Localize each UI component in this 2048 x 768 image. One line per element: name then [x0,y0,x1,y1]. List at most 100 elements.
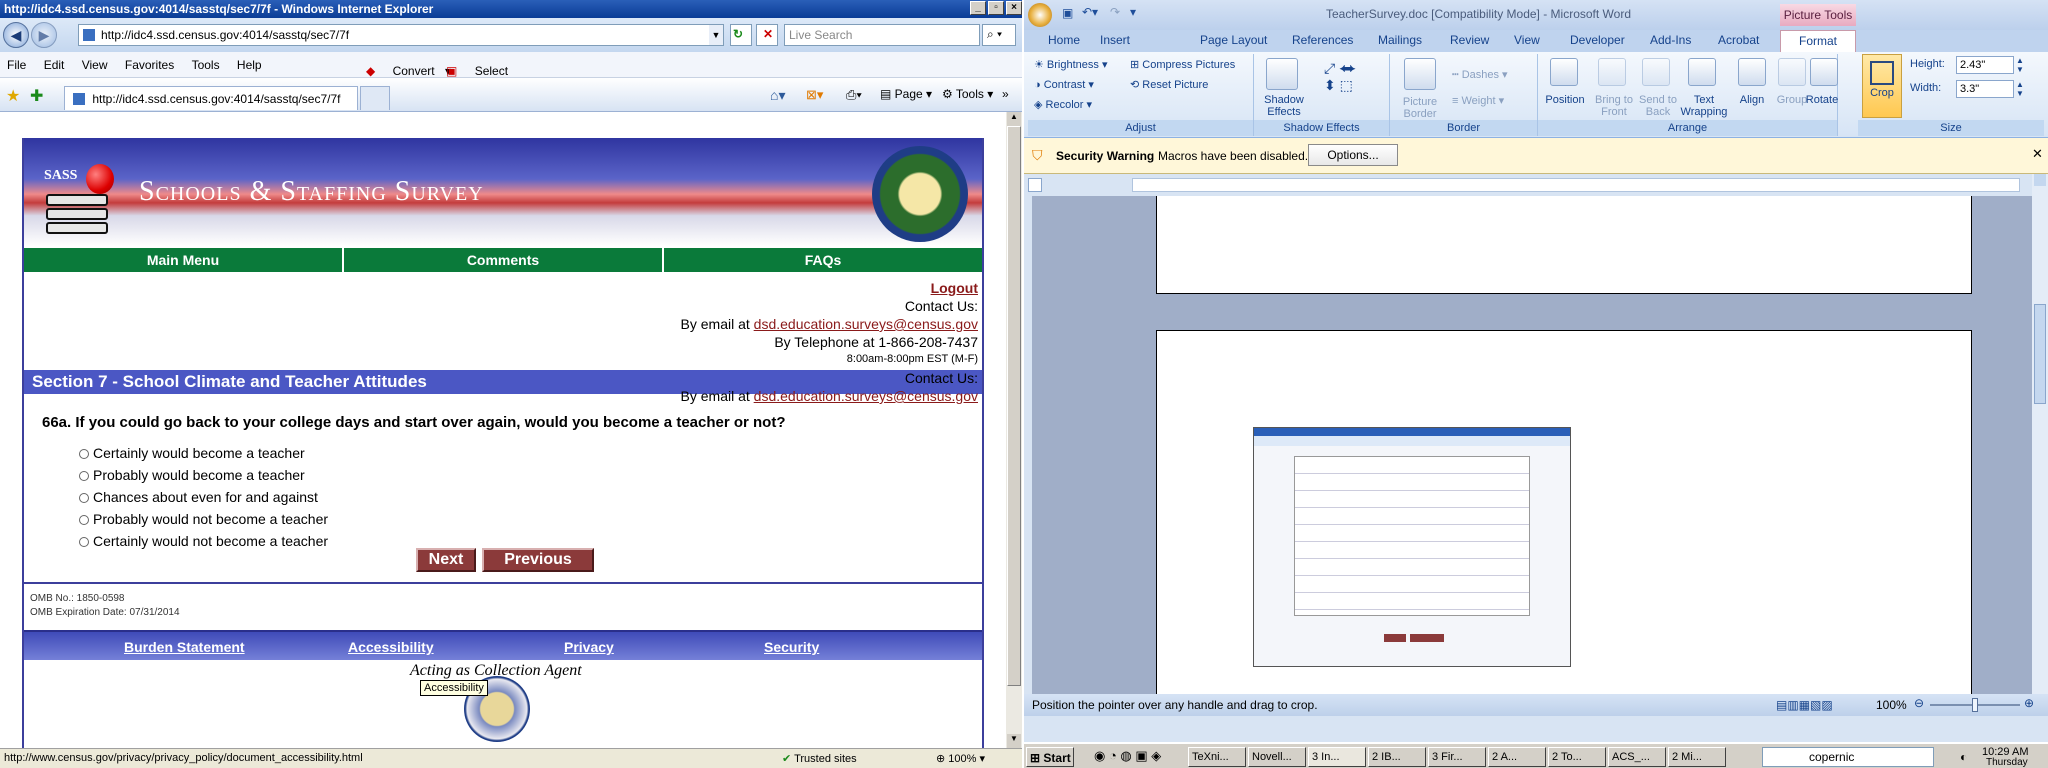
privacy-link[interactable]: Privacy [564,639,614,655]
refresh-icon[interactable]: ↻ [730,24,752,46]
tab-page-layout[interactable]: Page Layout [1200,33,1267,47]
brightness-button[interactable]: ☀ Brightness ▾ [1034,58,1107,71]
option-chances-even[interactable]: Chances about even for and against [79,489,318,505]
dropdown-icon[interactable]: ▼ [709,25,723,45]
rotate-icon[interactable] [1810,58,1838,86]
feeds-icon[interactable]: ⊠▾ [806,87,823,103]
close-button[interactable]: × [1006,1,1022,15]
position-icon[interactable] [1550,58,1578,86]
option-probably-not[interactable]: Probably would not become a teacher [79,511,328,527]
tab-insert[interactable]: Insert [1100,33,1130,47]
menu-view[interactable]: View [75,52,115,78]
taskbar-item-internet[interactable]: 3 In... [1308,747,1366,767]
minimize-button[interactable]: _ [970,1,986,15]
width-spinner-icon[interactable]: ▲ ▼ [2016,80,2024,98]
recolor-button[interactable]: ◈ Recolor ▾ [1034,98,1092,111]
tab-developer[interactable]: Developer [1570,33,1625,47]
reset-picture-button[interactable]: ⟲ Reset Picture [1130,78,1208,91]
maximize-button[interactable]: ▫ [988,1,1004,15]
tab-home[interactable]: Home [1048,33,1080,47]
redo-icon[interactable]: ↷ [1110,5,1120,19]
page-menu[interactable]: ▤ Page ▾ [880,87,932,101]
zoom-out-icon[interactable]: ⊖ [1914,696,1924,710]
taskbar-item-acrobat[interactable]: 2 A... [1488,747,1546,767]
taskbar-item-texnic[interactable]: TeXni... [1188,747,1246,767]
contrast-button[interactable]: ◑ Contrast ▾ [1034,78,1094,91]
tab-format[interactable]: Format [1780,30,1856,52]
home-icon[interactable]: ⌂▾ [770,87,785,104]
start-button[interactable]: ⊞ Start [1026,747,1074,767]
radio-button[interactable] [79,493,89,503]
address-input[interactable]: http://idc4.ssd.census.gov:4014/sasstq/s… [78,24,724,46]
ruler-toggle-icon[interactable] [2034,174,2046,186]
add-favorite-icon[interactable]: ✚ [30,86,43,106]
text-wrapping-icon[interactable] [1688,58,1716,86]
align-icon[interactable] [1738,58,1766,86]
tab-selector-icon[interactable] [1028,178,1042,192]
tab-acrobat[interactable]: Acrobat [1718,33,1759,47]
taskbar-item-firefox[interactable]: 3 Fir... [1428,747,1486,767]
page-scrollbar[interactable]: ▲ ▼ [1006,112,1022,748]
options-button[interactable]: Options... [1308,144,1398,166]
chevron-icon[interactable]: » [1002,87,1009,101]
menu-tools[interactable]: Tools [185,52,227,78]
previous-button[interactable]: Previous [482,548,594,572]
new-tab-button[interactable] [360,86,390,110]
taskbar-item-acs[interactable]: ACS_... [1608,747,1666,767]
send-to-back-button[interactable]: Send to Back [1636,94,1680,118]
email-link-overlay[interactable]: dsd.education.surveys@census.gov [754,388,978,404]
picture-border-button[interactable]: Picture Border [1396,96,1444,120]
height-spinner-icon[interactable]: ▲ ▼ [2016,56,2024,74]
scroll-up-icon[interactable]: ▲ [1007,112,1021,126]
taskbar-item-ib[interactable]: 2 IB... [1368,747,1426,767]
tab-add-ins[interactable]: Add-Ins [1650,33,1691,47]
send-to-back-icon[interactable] [1642,58,1670,86]
burden-statement-link[interactable]: Burden Statement [124,639,245,655]
radio-button[interactable] [79,449,89,459]
close-warning-icon[interactable]: ✕ [2032,146,2043,162]
favorites-star-icon[interactable]: ★ [6,86,20,106]
shadow-nudge-icon[interactable]: ⤢ ⬌ ⬍ ⬚ [1324,60,1356,94]
search-icon[interactable]: ⌕ ▾ [982,24,1016,46]
tab-view[interactable]: View [1514,33,1540,47]
radio-button[interactable] [79,515,89,525]
quick-launch-icons[interactable]: ◉ ◔ ◍ ▣ ◈ [1094,748,1161,764]
picture-border-icon[interactable] [1404,58,1436,90]
weight-button[interactable]: ≡ Weight ▾ [1452,94,1504,107]
menu-favorites[interactable]: Favorites [118,52,181,78]
email-link[interactable]: dsd.education.surveys@census.gov [754,316,978,332]
bring-to-front-icon[interactable] [1598,58,1626,86]
zoom-level[interactable]: ⊕ 100% ▾ [936,752,985,765]
zoom-slider[interactable]: ⊖ ⊕ [1914,696,2038,712]
nav-main-menu[interactable]: Main Menu [24,248,344,272]
back-button[interactable]: ◀ [3,22,29,48]
taskbar-item-to[interactable]: 2 To... [1548,747,1606,767]
taskbar-item-novell[interactable]: Novell... [1248,747,1306,767]
scrollbar-thumb[interactable] [1007,126,1021,686]
horizontal-ruler[interactable] [1024,174,2048,196]
document-scrollbar[interactable] [2032,174,2048,694]
embedded-screenshot-image[interactable] [1253,427,1571,667]
save-icon[interactable]: ▣ [1062,6,1073,20]
menu-help[interactable]: Help [230,52,269,78]
tray-language-icon[interactable]: ◐ [1960,750,1967,764]
nav-comments[interactable]: Comments [344,248,664,272]
width-input[interactable]: 3.3" [1956,80,2014,98]
position-button[interactable]: Position [1538,94,1592,106]
radio-button[interactable] [79,471,89,481]
nav-faqs[interactable]: FAQs [664,248,982,272]
option-certainly-not[interactable]: Certainly would not become a teacher [79,533,328,549]
option-certainly-would[interactable]: Certainly would become a teacher [79,445,305,461]
zoom-slider-thumb[interactable] [1972,698,1978,712]
menu-file[interactable]: File [0,52,33,78]
customize-toolbar-icon[interactable]: ▾ [1130,5,1136,19]
document-scroll-thumb[interactable] [2034,304,2046,404]
shadow-effects-icon[interactable] [1266,58,1298,90]
menu-edit[interactable]: Edit [37,52,72,78]
security-link[interactable]: Security [764,639,819,655]
align-button[interactable]: Align [1732,94,1772,106]
tab-references[interactable]: References [1292,33,1353,47]
view-buttons-icon[interactable]: ▤▥▦▧▨ [1776,698,1833,712]
copernic-search-input[interactable]: copernic [1762,747,1934,767]
radio-button[interactable] [79,537,89,547]
